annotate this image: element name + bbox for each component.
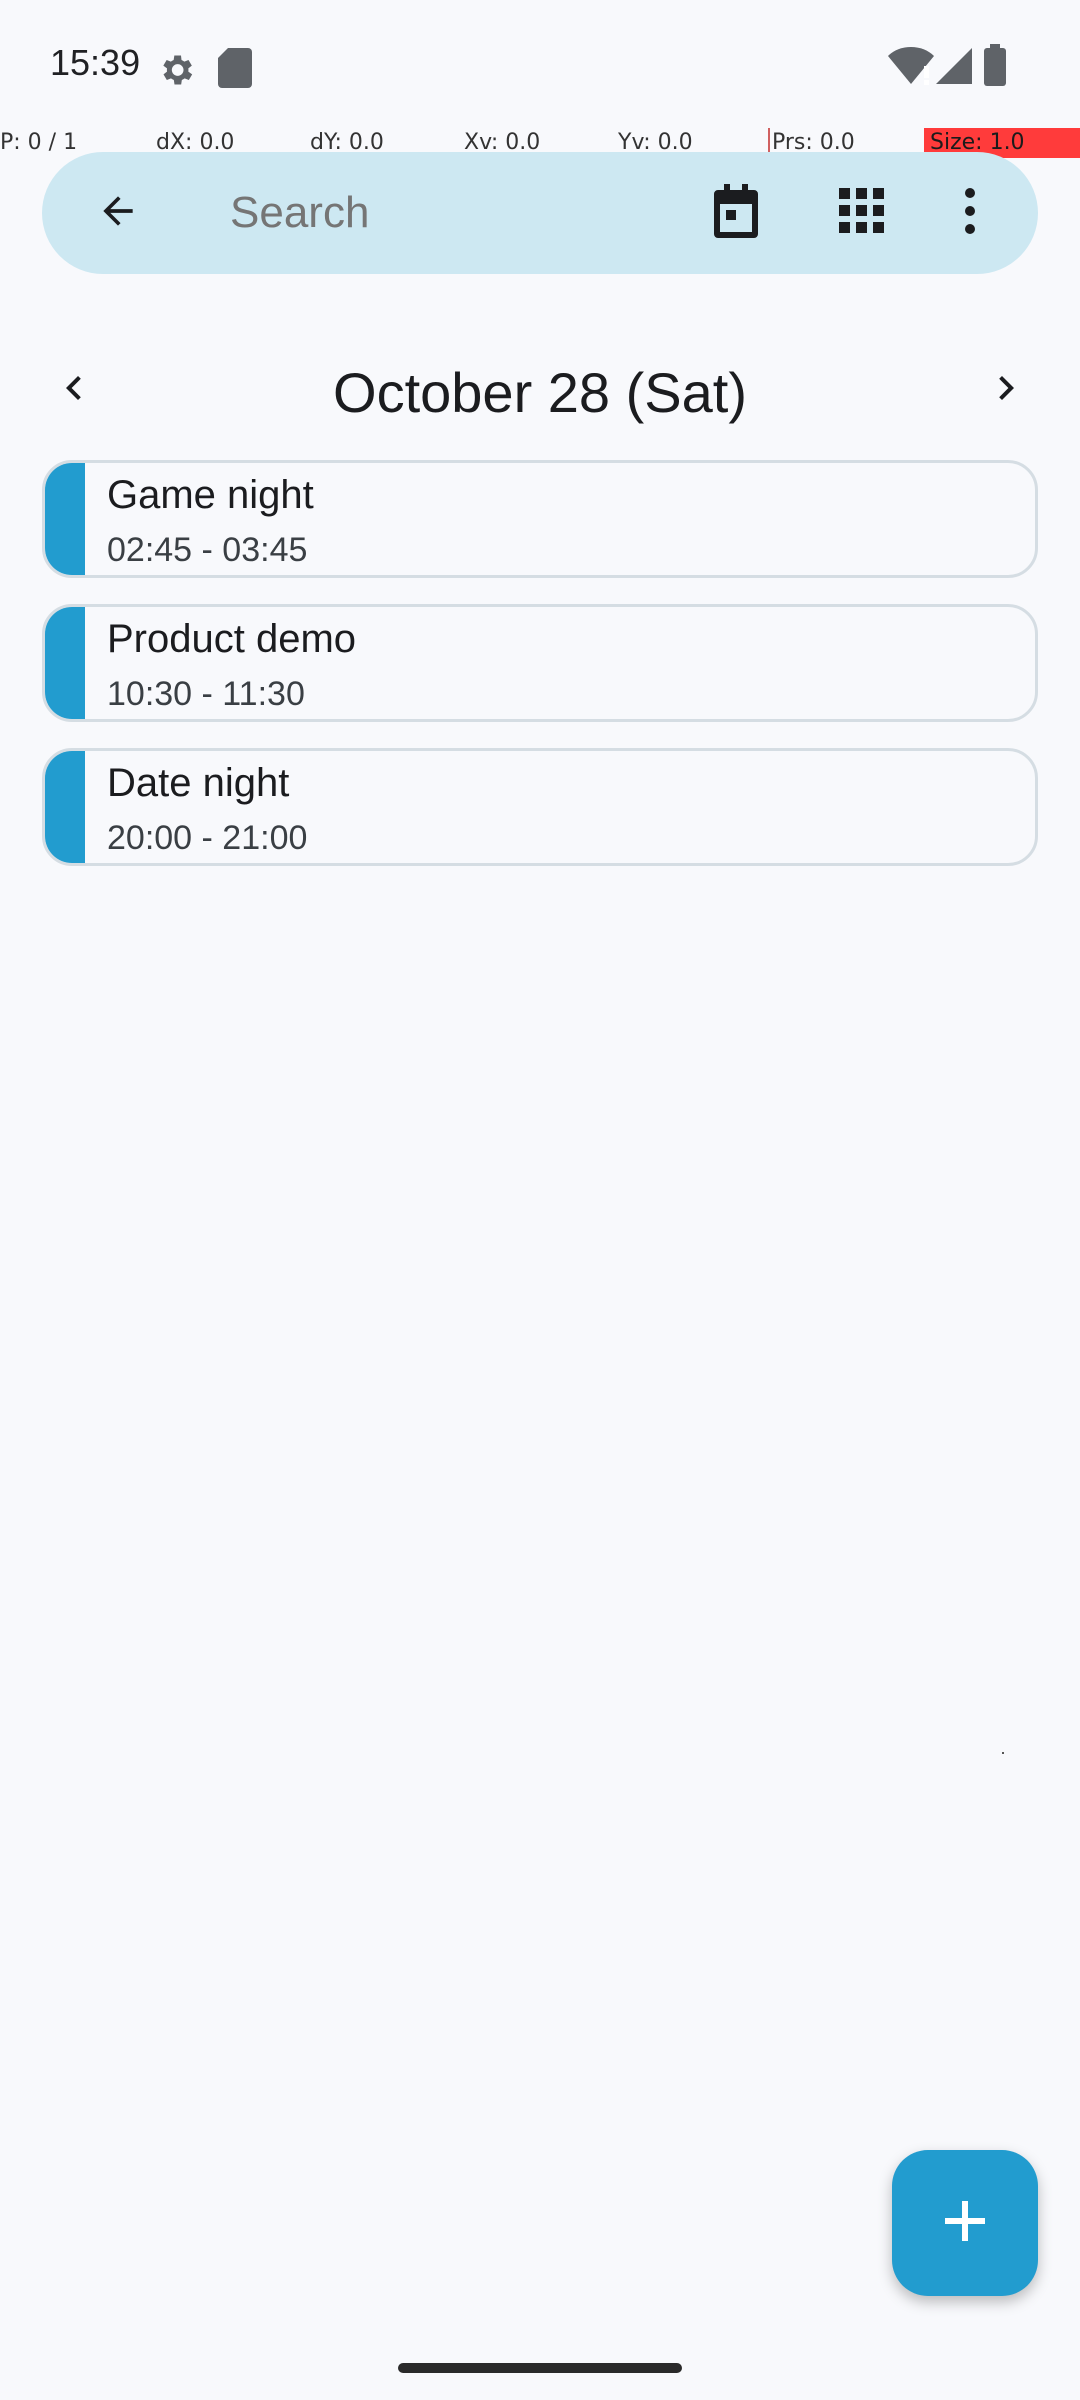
- more-options-button[interactable]: [940, 177, 1000, 249]
- status-time: 15:39: [50, 42, 141, 83]
- status-bar: 15:39: [0, 0, 1080, 130]
- wifi-alert-icon: [888, 46, 934, 91]
- date-navigation: October 28 (Sat): [0, 340, 1080, 436]
- event-time: 10:30 - 11:30: [107, 675, 305, 713]
- event-item[interactable]: Game night 02:45 - 03:45: [42, 460, 1038, 578]
- change-view-button[interactable]: [826, 177, 898, 249]
- calendar-today-icon: [710, 183, 762, 243]
- event-color-stripe: [45, 607, 85, 719]
- cell-signal-icon: [936, 46, 972, 91]
- next-day-button[interactable]: [982, 364, 1030, 412]
- event-list: Game night 02:45 - 03:45 Product demo 10…: [42, 460, 1038, 892]
- event-title: Game night: [107, 473, 314, 517]
- search-bar: [42, 152, 1038, 274]
- plus-icon: [945, 2200, 985, 2246]
- date-title[interactable]: October 28 (Sat): [0, 360, 1080, 425]
- settings-gear-icon: [156, 50, 196, 95]
- back-arrow-icon: [96, 189, 140, 238]
- event-color-stripe: [45, 751, 85, 863]
- event-title: Date night: [107, 761, 290, 805]
- grid-view-icon: [839, 187, 885, 239]
- decorative-dot: [1002, 1752, 1004, 1754]
- add-event-button[interactable]: [892, 2150, 1038, 2296]
- search-input[interactable]: [230, 188, 710, 238]
- event-time: 02:45 - 03:45: [107, 531, 308, 569]
- event-title: Product demo: [107, 617, 357, 661]
- chevron-right-icon: [982, 376, 1030, 416]
- battery-icon: [984, 44, 1006, 91]
- event-item[interactable]: Date night 20:00 - 21:00: [42, 748, 1038, 866]
- go-to-today-button[interactable]: [700, 177, 772, 249]
- back-button[interactable]: [82, 177, 154, 249]
- event-color-stripe: [45, 463, 85, 575]
- event-time: 20:00 - 21:00: [107, 819, 308, 857]
- more-vert-icon: [964, 187, 976, 239]
- sd-card-icon: [218, 48, 252, 93]
- pointer-count: P: 0 / 1: [0, 130, 78, 155]
- event-item[interactable]: Product demo 10:30 - 11:30: [42, 604, 1038, 722]
- home-indicator[interactable]: [398, 2363, 682, 2373]
